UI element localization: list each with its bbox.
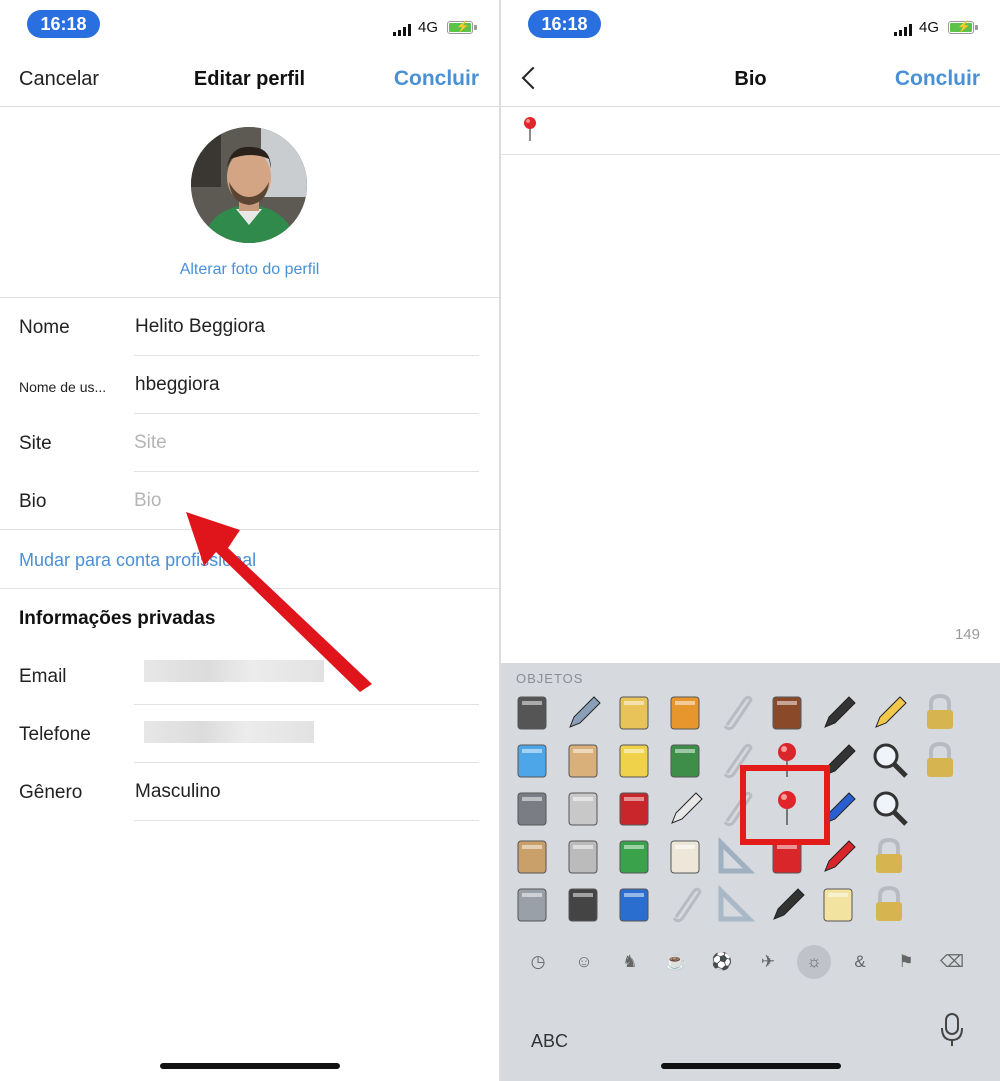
annotation-arrow: [186, 512, 372, 692]
